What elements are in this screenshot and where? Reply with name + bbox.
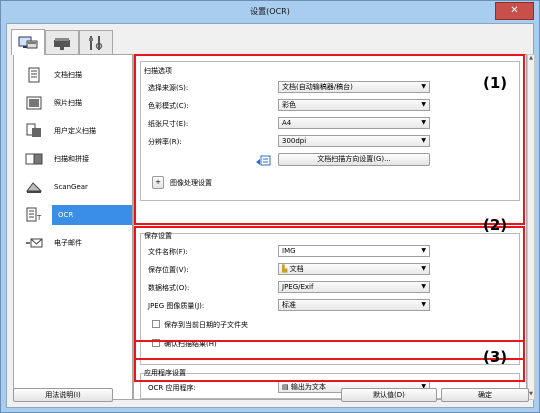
sidebar-item-label: 文档扫描 [54, 71, 82, 79]
tools-icon [89, 35, 103, 50]
dialog-client: 文档扫描 照片扫描 用户定义扫描 扫描和拼接 ScanGear T OCR 电子… [6, 23, 535, 408]
callout-box-1 [134, 54, 525, 225]
help-button[interactable]: 用法说明(I) [13, 388, 113, 402]
sidebar-item-label: 照片扫描 [54, 99, 82, 107]
scanner-icon [54, 37, 70, 50]
callout-label-3: (3) [483, 348, 508, 366]
sidebar-item-document-scan[interactable]: 文档扫描 [18, 63, 132, 87]
scangear-icon [22, 177, 46, 197]
sidebar-item-label: OCR [52, 205, 132, 225]
settings-window: 设置(OCR) ✕ 文档扫描 照片扫描 用户定义扫描 扫描和拼接 ScanGea… [0, 0, 540, 413]
sidebar-item-scan-and-stitch[interactable]: 扫描和拼接 [18, 147, 132, 171]
callout-box-3 [134, 340, 525, 382]
stitch-icon [22, 149, 46, 169]
sidebar-item-label: 电子邮件 [54, 239, 82, 247]
sidebar-item-custom-scan[interactable]: 用户定义扫描 [18, 119, 132, 143]
scroll-up-icon[interactable]: ▲ [528, 55, 534, 63]
email-icon [22, 233, 46, 253]
vertical-scrollbar[interactable]: ▲ ▼ [527, 54, 535, 400]
sidebar-item-label: 扫描和拼接 [54, 155, 89, 163]
document-icon [22, 65, 46, 85]
sidebar-item-label: 用户定义扫描 [54, 127, 96, 135]
tab-scan-from-panel[interactable] [45, 30, 79, 54]
sidebar-item-photo-scan[interactable]: 照片扫描 [18, 91, 132, 115]
sidebar-item-scangear[interactable]: ScanGear [18, 175, 132, 199]
text-output-icon: ▤ [282, 383, 289, 391]
tab-general-settings[interactable] [79, 30, 113, 54]
photo-icon [22, 93, 46, 113]
sidebar-item-email[interactable]: 电子邮件 [18, 231, 132, 255]
window-title: 设置(OCR) [250, 7, 290, 16]
close-button[interactable]: ✕ [495, 2, 534, 20]
sidebar-item-ocr[interactable]: T OCR [18, 203, 132, 227]
callout-label-2: (2) [483, 216, 508, 234]
sidebar-item-label: ScanGear [54, 183, 88, 191]
callout-label-1: (1) [483, 74, 508, 92]
svg-text:T: T [36, 214, 42, 222]
custom-scan-icon [22, 121, 46, 141]
ocr-app-label: OCR 应用程序: [148, 384, 196, 392]
tab-scan-from-computer[interactable] [11, 29, 45, 55]
defaults-button[interactable]: 默认值(D) [341, 388, 437, 402]
ocr-icon: T [22, 205, 46, 225]
computer-scan-icon [18, 36, 38, 48]
ok-button[interactable]: 确定 [441, 388, 529, 402]
sidebar: 文档扫描 照片扫描 用户定义扫描 扫描和拼接 ScanGear T OCR 电子… [13, 54, 133, 400]
